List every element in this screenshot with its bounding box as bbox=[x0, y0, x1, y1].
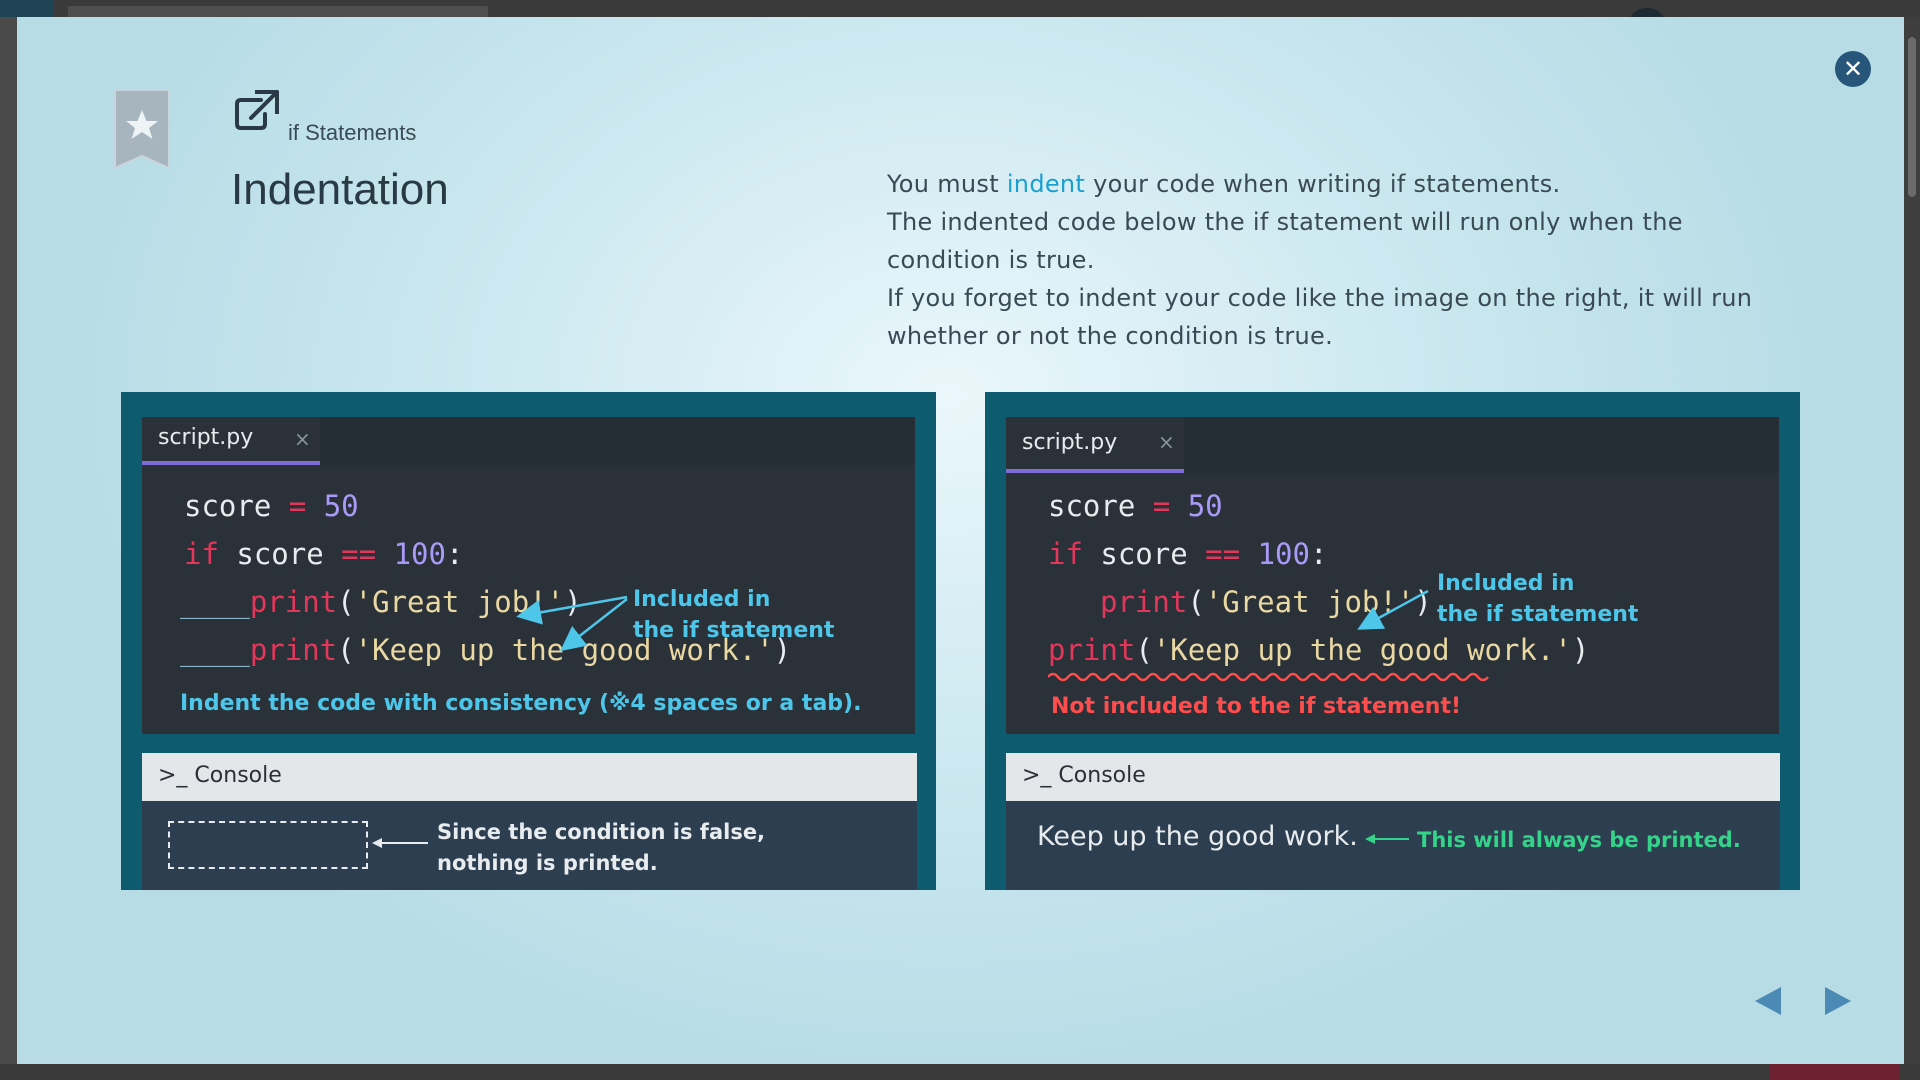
triangle-left-icon[interactable] bbox=[1749, 981, 1789, 1021]
arrow-icon bbox=[372, 838, 428, 848]
editor-tab-strip: script.py × bbox=[142, 417, 915, 465]
console-output: Keep up the good work. bbox=[1037, 821, 1358, 852]
code-line-1: score = 50 bbox=[1048, 489, 1223, 523]
code-editor: script.py × score = 50 if score == 100: … bbox=[142, 417, 915, 734]
annotation-arrow bbox=[1357, 589, 1429, 630]
tab-script-py[interactable]: script.py × bbox=[142, 417, 320, 465]
tab-script-py[interactable]: script.py × bbox=[1006, 417, 1184, 473]
console: >_ Console Keep up the good work. This w… bbox=[1006, 753, 1780, 890]
code-line-2: if score == 100: bbox=[184, 537, 464, 571]
slide-modal: ✕ if Statements Indentation You must ind… bbox=[17, 17, 1904, 1064]
console-label: >_ Console bbox=[158, 763, 282, 788]
app-bottom-bar bbox=[0, 1064, 1920, 1080]
app-logo bbox=[0, 0, 54, 17]
annotation-arrows bbox=[516, 595, 628, 652]
tab-label: script.py bbox=[1022, 430, 1118, 455]
description-line-2: The indented code below the if statement… bbox=[887, 208, 1683, 274]
console-header: >_ Console bbox=[1006, 753, 1780, 801]
tab-close-icon[interactable]: × bbox=[1158, 430, 1175, 454]
code-line-1: score = 50 bbox=[184, 489, 359, 523]
close-button[interactable]: ✕ bbox=[1835, 51, 1871, 87]
annotation-included: Included in the if statement bbox=[1437, 571, 1639, 627]
console-note: Since the condition is false, nothing is… bbox=[437, 820, 766, 875]
indent-footnote: Indent the code with consistency (※4 spa… bbox=[180, 691, 862, 716]
arrow-icon bbox=[1365, 834, 1409, 844]
scrollbar-thumb[interactable] bbox=[1908, 37, 1916, 197]
external-link-icon[interactable] bbox=[233, 88, 281, 132]
error-note: Not included to the if statement! bbox=[1051, 694, 1461, 719]
code-line-2: if score == 100: bbox=[1048, 537, 1328, 571]
tab-close-icon[interactable]: × bbox=[294, 427, 311, 451]
description-line-3: If you forget to indent your code like t… bbox=[887, 284, 1753, 350]
tab-label: script.py bbox=[158, 425, 254, 450]
app-top-bar bbox=[0, 0, 1920, 26]
editor-tab-strip: script.py × bbox=[1006, 417, 1779, 473]
triangle-right-icon[interactable] bbox=[1817, 981, 1857, 1021]
error-squiggle bbox=[1048, 672, 1489, 682]
incorrect-example-panel: script.py × score = 50 if score == 100: … bbox=[985, 392, 1800, 890]
correct-example-panel: script.py × score = 50 if score == 100: … bbox=[121, 392, 936, 890]
page-scrollbar[interactable] bbox=[1904, 17, 1920, 1064]
page-title: Indentation bbox=[231, 165, 449, 214]
console-header: >_ Console bbox=[142, 753, 917, 801]
console: >_ Console Since the condition is false,… bbox=[142, 753, 917, 890]
lesson-category: if Statements bbox=[288, 120, 417, 145]
annotation-included: Included in the if statement bbox=[633, 587, 835, 643]
description-line-1: You must indent your code when writing i… bbox=[887, 170, 1561, 198]
code-editor: script.py × score = 50 if score == 100: … bbox=[1006, 417, 1779, 734]
lesson-description: You must indent your code when writing i… bbox=[887, 165, 1787, 355]
highlight-term: indent bbox=[1006, 170, 1086, 198]
bookmark-star-icon[interactable] bbox=[113, 88, 171, 170]
close-icon: ✕ bbox=[1842, 55, 1864, 83]
empty-output-box bbox=[168, 821, 368, 869]
contact-button bbox=[1770, 1064, 1900, 1080]
console-note: This will always be printed. bbox=[1417, 828, 1741, 852]
code-line-4: print('Keep up the good work.') bbox=[1048, 633, 1590, 667]
console-label: >_ Console bbox=[1022, 763, 1146, 788]
top-search-field bbox=[68, 6, 488, 17]
